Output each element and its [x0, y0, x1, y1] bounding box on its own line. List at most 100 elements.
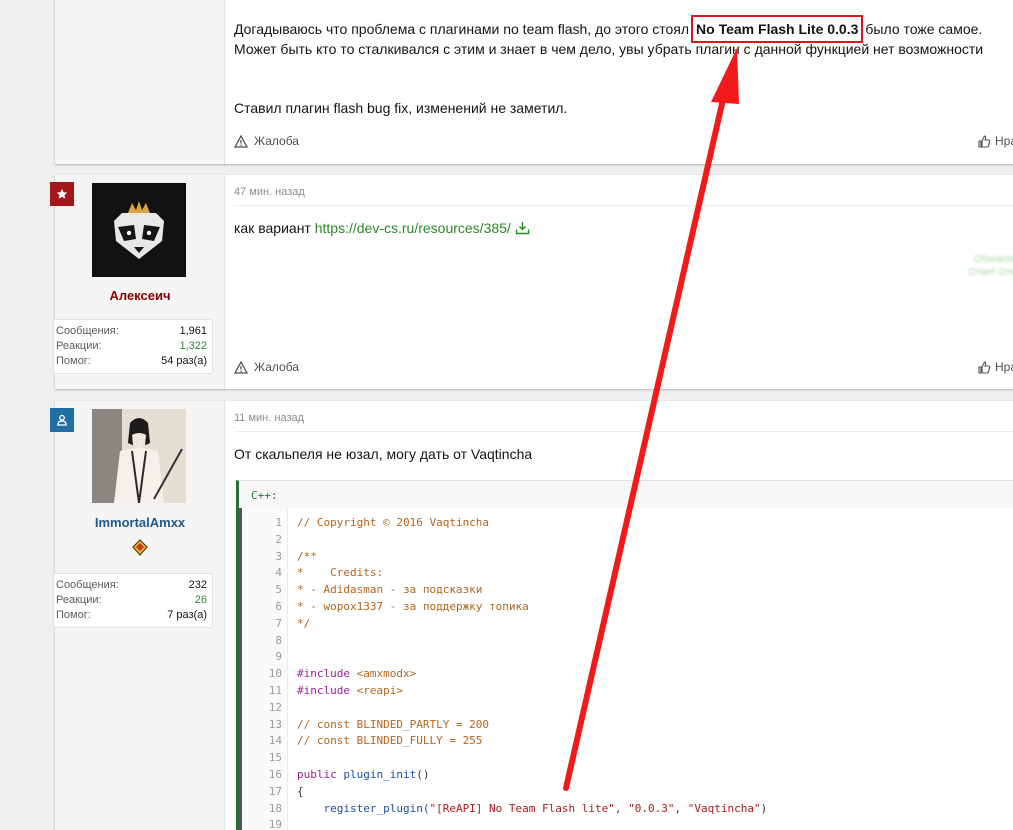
line-number: 7 — [275, 616, 282, 630]
code-text: #include <reapi> — [297, 684, 403, 697]
code-text: // const BLINDED_FULLY = 255 — [297, 734, 483, 748]
post-3: ImmortalAmxx Сообщения: 232 Реакции: 26 Помо… — [50, 401, 1013, 830]
blurred-signature: Обновлено Ответ Ответ — [968, 254, 1013, 278]
code-line: 14 // const BLINDED_FULLY = 255 — [242, 732, 1013, 749]
stat-label: Сообщения: — [56, 579, 119, 591]
stat-label: Сообщения: — [56, 325, 119, 337]
stat-value[interactable]: 1,322 — [179, 339, 207, 354]
code-text: register_plugin("[ReAPI] No Team Flash l… — [297, 801, 768, 815]
raccoon-king-avatar-image — [92, 183, 186, 277]
post-1: Догадываюсь что проблема с плагинами no … — [55, 0, 1013, 164]
post-2-body: 47 мин. назад как вариант https://dev-cs… — [226, 175, 1013, 389]
user-badge — [50, 408, 74, 432]
line-number: 12 — [268, 700, 282, 714]
line-number: 13 — [268, 717, 282, 731]
code-line: 12 — [242, 699, 1013, 716]
download-icon[interactable] — [515, 221, 530, 235]
code-line: 7 */ — [242, 615, 1013, 632]
stat-value[interactable]: 26 — [195, 593, 207, 608]
stat-row: Помог: 7 раз(а) — [56, 608, 207, 623]
staff-badge — [50, 182, 74, 206]
stat-row: Реакции: 1,322 — [56, 339, 207, 354]
trophy-badge — [130, 538, 150, 558]
stat-value: 1,961 — [179, 325, 207, 337]
user-stats: Сообщения: 232 Реакции: 26 Помог: 7 раз(а) — [53, 573, 213, 628]
line-number: 17 — [268, 784, 282, 798]
stat-value: 54 раз(а) — [161, 355, 207, 367]
code-text: public plugin_init() — [297, 768, 430, 781]
code-text: * - wopox1337 - за поддержку топика — [297, 600, 529, 613]
line-number: 5 — [275, 583, 282, 597]
line-number: 16 — [268, 768, 282, 781]
code-line: 15 — [242, 749, 1013, 766]
line-number: 3 — [275, 549, 282, 563]
post-2-message: как вариант https://dev-cs.ru/resources/… — [234, 218, 530, 239]
post-date[interactable]: 11 мин. назад — [234, 412, 304, 424]
like-button[interactable]: Нравится — [978, 134, 1013, 148]
line-number: 4 — [275, 566, 282, 580]
post-1-user-cell — [55, 0, 225, 164]
code-text: * Credits: — [297, 566, 384, 580]
line-number: 15 — [268, 751, 282, 765]
post-2-user-cell: Алексеич Сообщения: 1,961 Реакции: 1,322 Пом… — [50, 175, 225, 389]
line-number: 9 — [275, 650, 282, 664]
resource-link[interactable]: https://dev-cs.ru/resources/385/ — [315, 220, 511, 236]
trophy-icon — [132, 539, 148, 556]
code-line: 10 #include <amxmodx> — [242, 665, 1013, 682]
user-stats: Сообщения: 1,961 Реакции: 1,322 Помог: 54 раз… — [53, 319, 213, 374]
divider — [234, 431, 1013, 432]
line-number: 1 — [275, 516, 282, 529]
line-number: 8 — [275, 633, 282, 647]
code-block: C++: 1 // Copyright © 2016 Vaqtincha 2 3 /**… — [236, 480, 1013, 830]
code-language-label: C++: — [251, 489, 278, 502]
stat-row: Сообщения: 232 — [56, 578, 207, 593]
stat-row: Сообщения: 1,961 — [56, 324, 207, 339]
code-text: { — [297, 784, 304, 798]
stat-row: Помог: 54 раз(а) — [56, 354, 207, 369]
warning-icon — [234, 360, 248, 374]
code-text: * - Adidasman - за подсказки — [297, 583, 483, 597]
post-1-line-3: Ставил плагин flash bug fix, изменений н… — [234, 100, 568, 116]
code-line: 19 — [242, 816, 1013, 830]
code-line: 2 — [242, 531, 1013, 548]
line-number: 18 — [268, 801, 282, 815]
line-number: 19 — [268, 818, 282, 830]
avatar[interactable] — [92, 183, 186, 277]
code-area[interactable]: 1 // Copyright © 2016 Vaqtincha 2 3 /** 4 * Cr… — [239, 508, 1013, 830]
username-link[interactable]: ImmortalAmxx — [55, 515, 225, 530]
warning-icon — [234, 134, 248, 148]
user-icon — [57, 414, 67, 426]
divider — [234, 205, 1013, 206]
stat-label: Реакции: — [56, 340, 102, 352]
post-3-user-cell: ImmortalAmxx Сообщения: 232 Реакции: 26 Помо… — [50, 401, 225, 830]
code-line: 11 #include <reapi> — [242, 682, 1013, 699]
samurai-avatar-image — [92, 409, 186, 503]
code-text: // Copyright © 2016 Vaqtincha — [297, 516, 490, 529]
post-3-message: От скальпеля не юзал, могу дать от Vaqti… — [234, 446, 533, 462]
code-line: 9 — [242, 648, 1013, 665]
line-number: 14 — [268, 734, 282, 748]
post-1-body: Догадываюсь что проблема с плагинами no … — [226, 0, 1013, 164]
code-line: 18 register_plugin("[ReAPI] No Team Flas… — [242, 800, 1013, 817]
stat-label: Помог: — [56, 355, 91, 367]
code-text: #include <amxmodx> — [297, 667, 417, 681]
report-button[interactable]: Жалоба — [234, 360, 299, 374]
post-2: Алексеич Сообщения: 1,961 Реакции: 1,322 Пом… — [50, 175, 1013, 389]
thumbs-up-icon — [978, 134, 991, 148]
post-1-line-2: Может быть кто то сталкивался с этим и з… — [234, 41, 984, 57]
avatar[interactable] — [92, 409, 186, 503]
report-button[interactable]: Жалоба — [234, 134, 299, 148]
line-number: 11 — [268, 684, 282, 697]
stat-value: 7 раз(а) — [167, 609, 207, 621]
username-link[interactable]: Алексеич — [55, 288, 225, 303]
code-line: 5 * - Adidasman - за подсказки — [242, 581, 1013, 598]
stat-row: Реакции: 26 — [56, 593, 207, 608]
code-line: 17 { — [242, 783, 1013, 800]
code-line: 13 // const BLINDED_PARTLY = 200 — [242, 716, 1013, 733]
like-button[interactable]: Нравится — [978, 360, 1013, 374]
post-date[interactable]: 47 мин. назад — [234, 186, 305, 198]
code-line: 4 * Credits: — [242, 564, 1013, 581]
code-line: 3 /** — [242, 548, 1013, 565]
code-text: /** — [297, 549, 317, 563]
code-line: 16 public plugin_init() — [242, 766, 1013, 783]
